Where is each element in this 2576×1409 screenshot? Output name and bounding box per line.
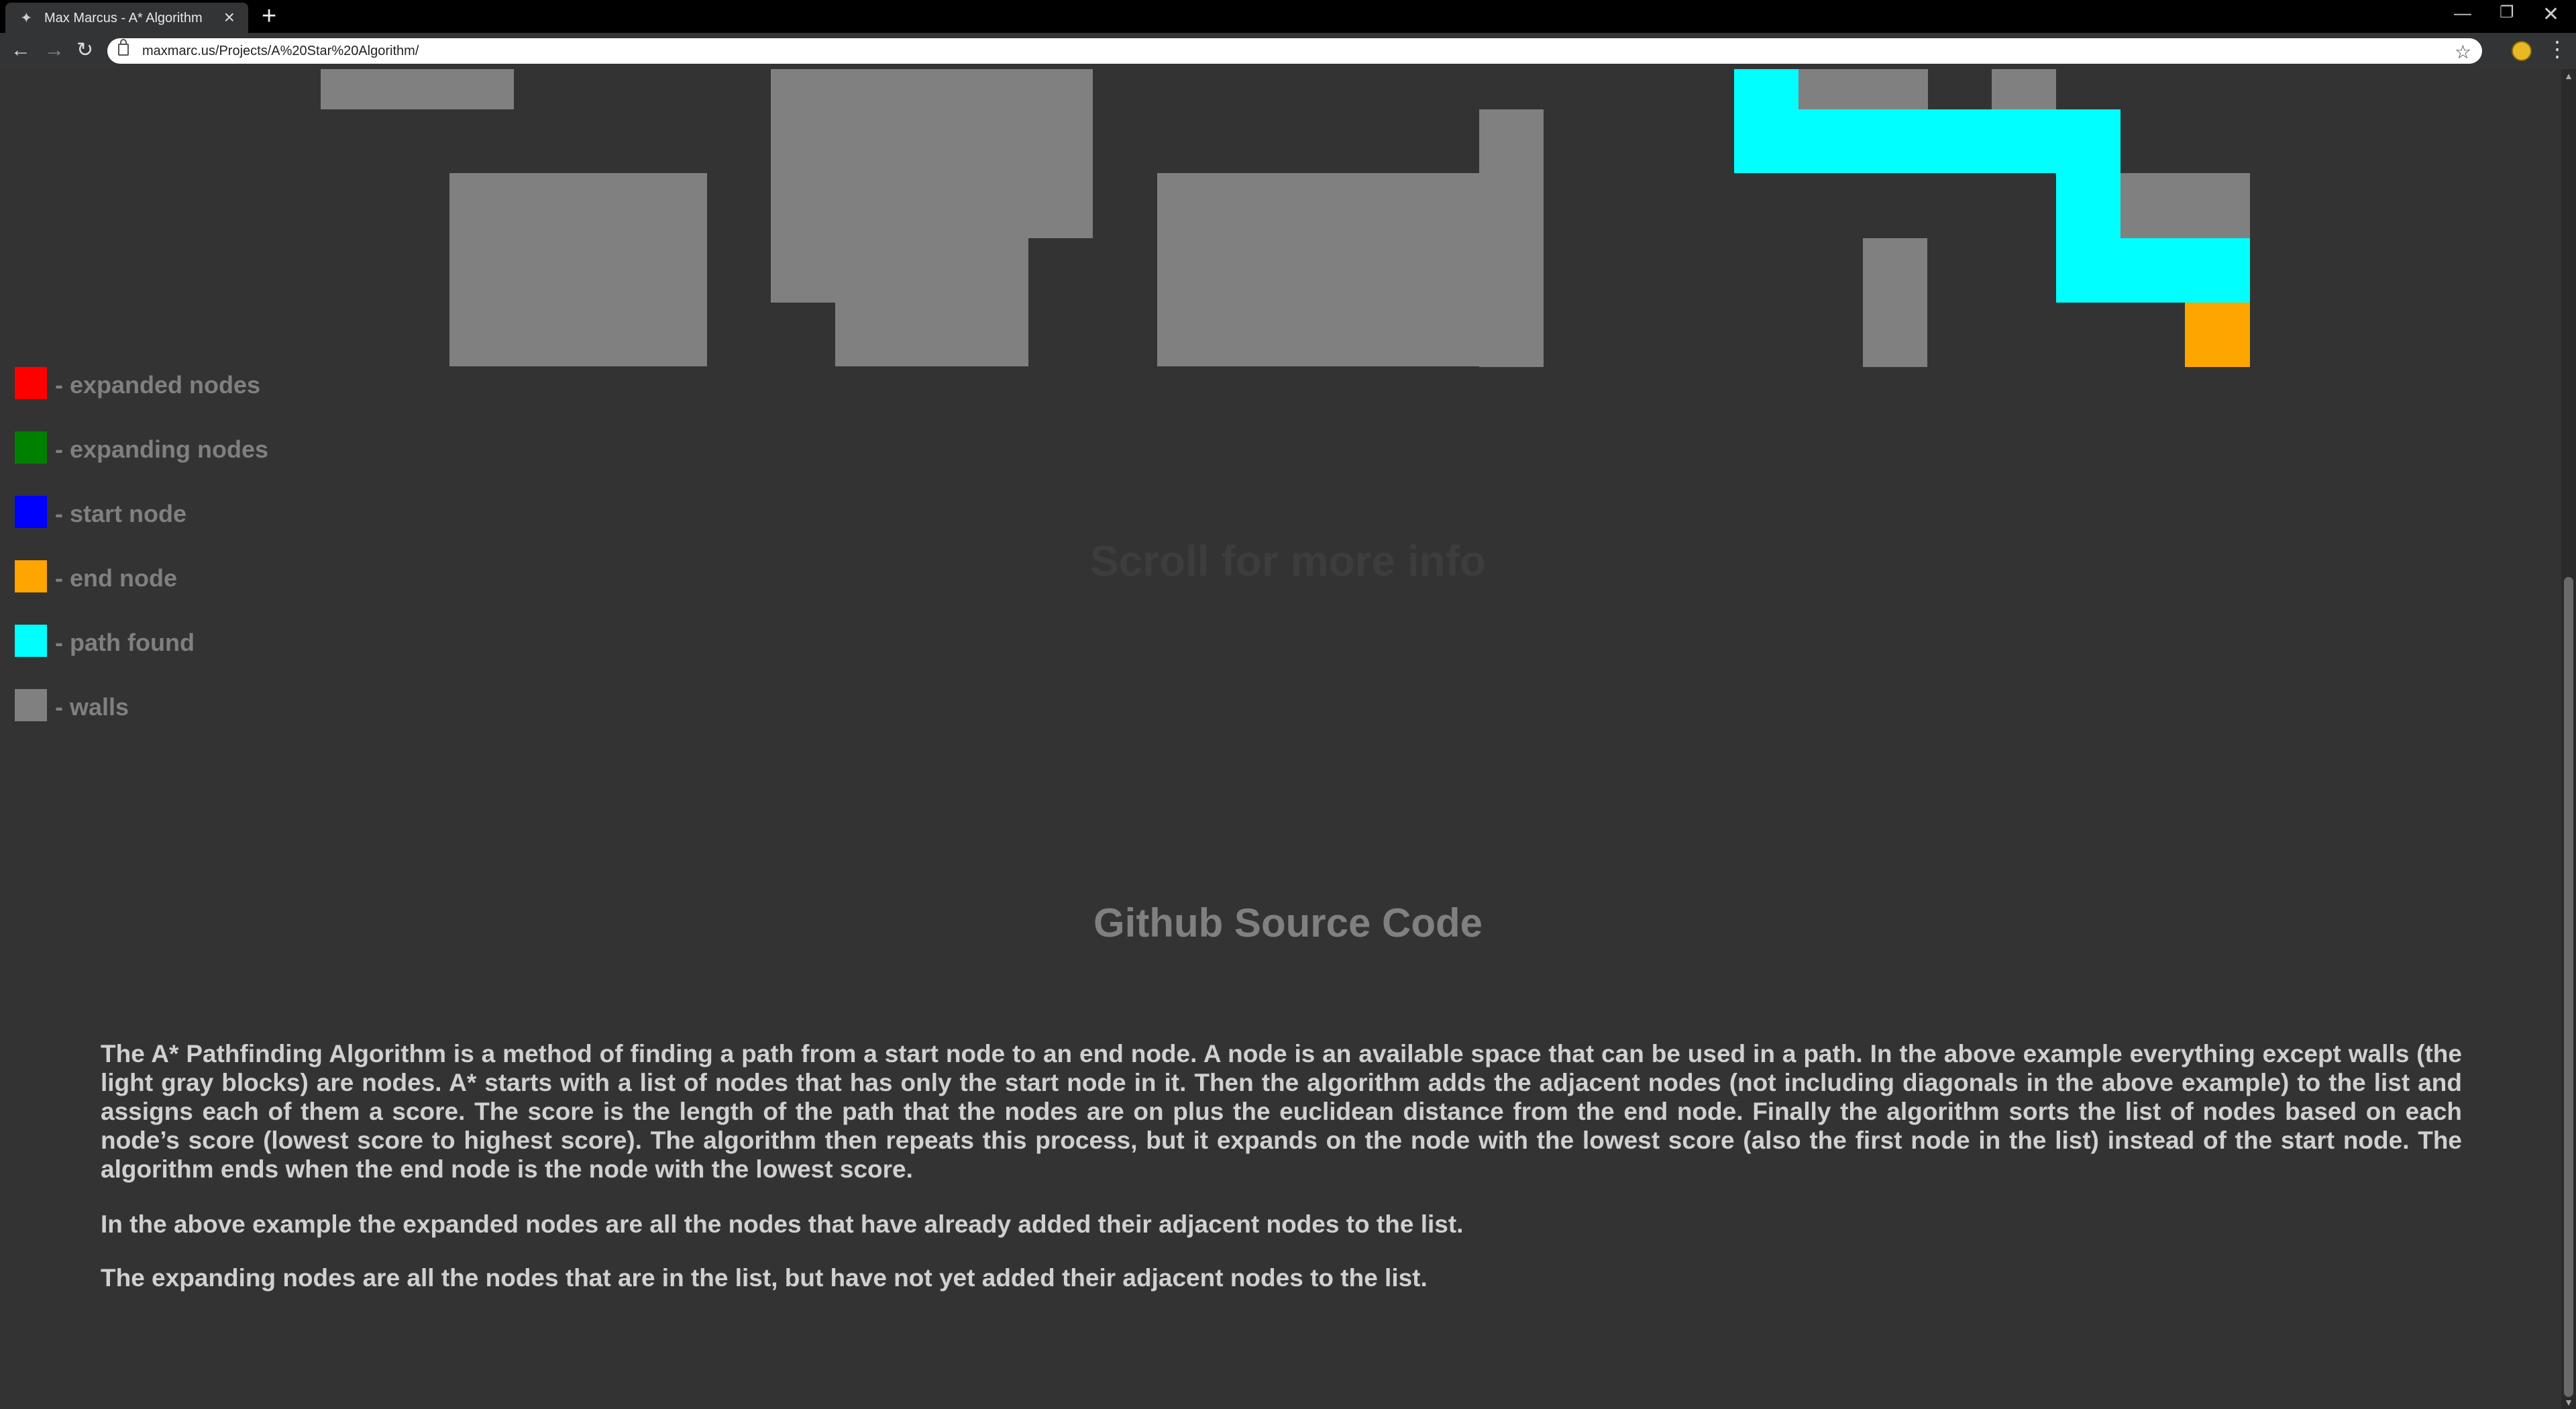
new-tab-button[interactable]: + [262, 3, 276, 29]
tab-title: Max Marcus - A* Algorithm [44, 11, 203, 25]
info-paragraph: The expanding nodes are all the nodes th… [101, 1264, 1428, 1292]
scroll-hint: Scroll for more info [1089, 537, 1487, 585]
url-text[interactable]: maxmarc.us/Projects/A%20Star%20Algorithm… [142, 44, 419, 59]
legend-label: - expanded nodes [55, 371, 261, 399]
path-segment [2121, 238, 2250, 303]
bookmark-star-icon[interactable]: ☆ [2455, 41, 2471, 63]
expanding-swatch [15, 431, 47, 464]
path-segment [1734, 69, 1799, 173]
wall-block [771, 238, 835, 303]
lock-icon [118, 39, 129, 56]
scroll-up-arrow-icon[interactable]: ▲ [2561, 70, 2576, 81]
extension-icon[interactable] [2512, 41, 2532, 61]
wall-block [1992, 69, 2056, 109]
minimize-window-button[interactable]: — [2454, 3, 2471, 23]
walls-swatch [15, 689, 47, 721]
wall-block [2121, 173, 2250, 238]
browser-tab-strip: ✦ Max Marcus - A* Algorithm × + — ❐ ✕ [0, 0, 2576, 33]
legend-label: - walls [55, 693, 129, 721]
wall-block [1479, 109, 1544, 367]
page-viewport: - expanded nodes - expanding nodes - sta… [0, 69, 2561, 1409]
legend-label: - start node [55, 500, 187, 527]
wall-block [1799, 69, 1928, 109]
github-source-link[interactable]: Github Source Code [0, 900, 2561, 946]
scroll-down-arrow-icon[interactable]: ▼ [2561, 1397, 2576, 1408]
start-swatch [15, 496, 47, 528]
wall-block [321, 69, 514, 109]
browser-tab[interactable]: ✦ Max Marcus - A* Algorithm × [5, 3, 248, 33]
browser-toolbar: ← → ↻ maxmarc.us/Projects/A%20Star%20Alg… [0, 33, 2576, 69]
info-paragraph: In the above example the expanded nodes … [101, 1210, 1464, 1238]
legend-label: - expanding nodes [55, 435, 269, 463]
path-swatch [15, 625, 47, 657]
info-paragraph: The A* Pathfinding Algorithm is a method… [101, 1040, 2462, 1183]
wall-block [771, 69, 1093, 238]
reload-button[interactable]: ↻ [76, 40, 93, 61]
back-button[interactable]: ← [11, 40, 31, 61]
pathfinding-grid[interactable] [0, 69, 2561, 371]
restore-window-button[interactable]: ❐ [2500, 3, 2514, 22]
browser-menu-icon[interactable]: ⋮ [2546, 38, 2568, 60]
close-tab-icon[interactable]: × [224, 8, 235, 27]
close-window-button[interactable]: ✕ [2542, 3, 2559, 26]
site-favicon-icon: ✦ [20, 9, 33, 26]
address-bar[interactable]: maxmarc.us/Projects/A%20Star%20Algorithm… [107, 38, 2482, 64]
forward-button[interactable]: → [44, 40, 64, 61]
wall-block [449, 173, 707, 366]
wall-block [1863, 238, 1927, 367]
wall-block [835, 238, 1028, 366]
path-segment [1799, 109, 2121, 173]
path-segment [2056, 173, 2121, 303]
end-node [2185, 303, 2250, 367]
legend-label: - path found [55, 629, 195, 656]
scrollbar-thumb[interactable] [2564, 577, 2573, 1397]
expanded-swatch [15, 367, 47, 399]
page-scrollbar[interactable]: ▲ ▼ [2561, 69, 2576, 1409]
